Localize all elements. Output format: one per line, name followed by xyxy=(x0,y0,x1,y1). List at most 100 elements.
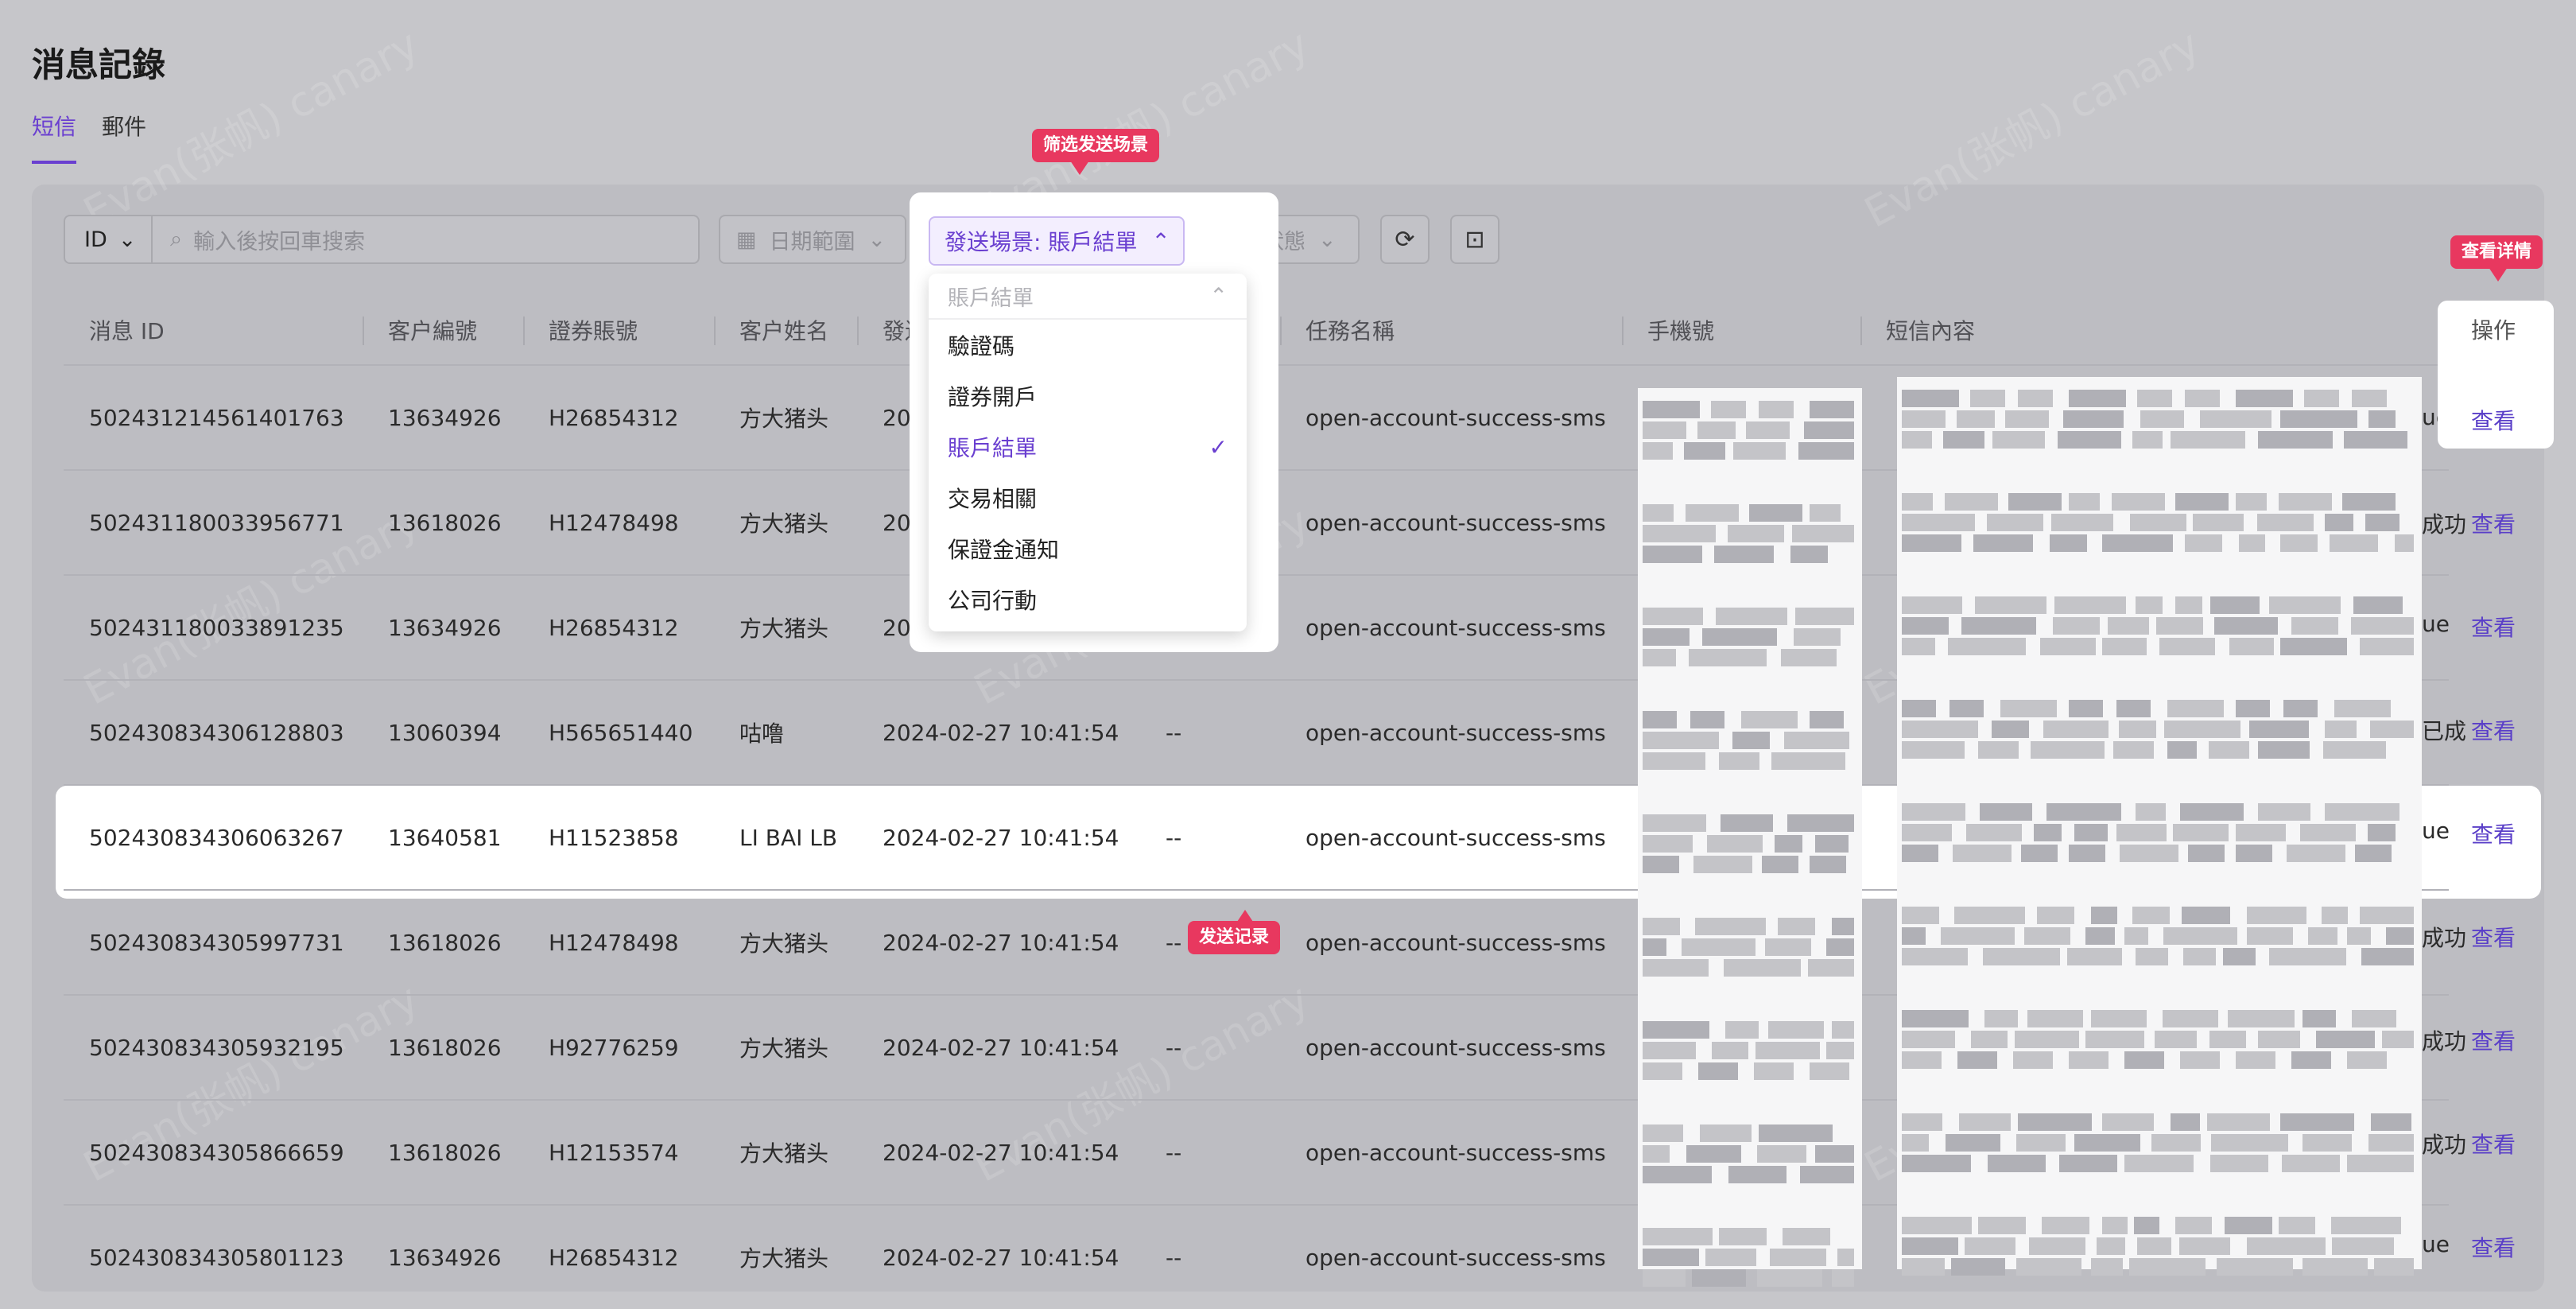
send-scene-select[interactable]: 發送場景: 賬戶結單 ⌃ xyxy=(929,216,1185,266)
redaction-block xyxy=(1978,1217,2026,1234)
redaction-block xyxy=(1902,845,1938,862)
redaction-block xyxy=(1832,1021,1854,1039)
redaction-block xyxy=(1643,649,1676,666)
redaction-block xyxy=(2207,1113,2270,1131)
redaction-block xyxy=(1902,803,1965,821)
redaction-block xyxy=(2013,1051,2053,1069)
view-button[interactable]: 查看 xyxy=(2471,1231,2516,1263)
redaction-block xyxy=(1643,525,1716,542)
redaction-block xyxy=(2132,907,2170,924)
view-button[interactable]: 查看 xyxy=(2471,404,2516,436)
date-range-picker[interactable]: ▦ 日期範圍 ⌄ xyxy=(719,215,906,264)
send-scene-label: 發送場景: 賬戶結單 xyxy=(945,229,1138,255)
redaction-block xyxy=(1902,410,1946,428)
redaction-block xyxy=(1684,442,1725,460)
tab-sms[interactable]: 短信 xyxy=(32,111,77,165)
redaction-block xyxy=(2302,1258,2368,1276)
redaction-block xyxy=(1948,638,2026,655)
redaction-block xyxy=(2059,1155,2117,1172)
redaction-block xyxy=(2258,431,2333,449)
redaction-block xyxy=(1965,1237,2015,1255)
redaction-block xyxy=(1698,1062,1738,1080)
view-button[interactable]: 查看 xyxy=(2471,1128,2516,1159)
redaction-block xyxy=(2074,1134,2140,1152)
redaction-block xyxy=(2074,824,2108,841)
view-button[interactable]: 查看 xyxy=(2471,507,2516,539)
redacted-sms-column xyxy=(1897,377,2422,1276)
export-button[interactable]: ⊡ xyxy=(1450,215,1499,264)
redaction-block xyxy=(2069,493,2100,511)
redaction-block xyxy=(1643,711,1677,728)
refresh-button[interactable]: ⟳ xyxy=(1380,215,1430,264)
redaction-block xyxy=(1755,1042,1820,1059)
redaction-block xyxy=(2200,410,2271,428)
redaction-block xyxy=(1902,617,1949,635)
redaction-block xyxy=(2371,1113,2411,1131)
cell-account: H565651440 xyxy=(523,679,714,785)
redaction-block xyxy=(2130,514,2186,531)
cell-time: 2024-02-27 10:41:54 xyxy=(857,679,1140,785)
redaction-block xyxy=(1902,431,1932,449)
redaction-block xyxy=(1832,1269,1854,1287)
scene-option[interactable]: 公司行動 xyxy=(929,574,1247,625)
redaction-block xyxy=(2155,1031,2197,1048)
redaction-block xyxy=(1973,534,2033,552)
header-task-name: 任務名稱 xyxy=(1280,296,1622,365)
redaction-block xyxy=(1643,959,1709,977)
redaction-block xyxy=(2395,534,2414,552)
redaction-block xyxy=(2188,845,2225,862)
tab-email[interactable]: 郵件 xyxy=(102,111,146,165)
view-button[interactable]: 查看 xyxy=(2471,611,2516,643)
redaction-block xyxy=(2365,514,2399,531)
redaction-block xyxy=(2236,824,2286,841)
redaction-block xyxy=(1689,649,1767,666)
cell-msg-id: 502431214561401763 xyxy=(64,364,363,470)
view-button[interactable]: 查看 xyxy=(2471,714,2516,746)
cell-account: H92776259 xyxy=(523,994,714,1100)
cell-name: 方大猪头 xyxy=(714,469,857,575)
redaction-block xyxy=(1725,1021,1759,1039)
redaction-block xyxy=(1902,493,1933,511)
redaction-block xyxy=(2334,700,2391,717)
redaction-block xyxy=(2137,390,2172,407)
view-button[interactable]: 查看 xyxy=(2471,818,2516,849)
redaction-block xyxy=(1902,1031,1955,1048)
redaction-block xyxy=(1902,1051,1942,1069)
scene-dropdown-search[interactable]: 賬戶結單 ⌃ xyxy=(929,274,1247,320)
sms-tail: 成功 xyxy=(2422,925,2467,951)
redaction-block xyxy=(2209,741,2249,759)
redaction-block xyxy=(2140,410,2184,428)
redaction-block xyxy=(1946,1134,2000,1152)
redaction-block xyxy=(1978,741,2019,759)
redaction-block xyxy=(1746,421,1790,439)
redaction-block xyxy=(1808,959,1854,977)
redaction-block xyxy=(2102,638,2147,655)
redaction-block xyxy=(2236,700,2270,717)
redaction-block xyxy=(2175,493,2229,511)
redaction-block xyxy=(1702,628,1777,646)
calendar-icon: ▦ xyxy=(736,227,757,252)
scene-option[interactable]: 證券開戶 xyxy=(929,371,1247,421)
redaction-block xyxy=(1902,1258,1945,1276)
redaction-block xyxy=(1798,442,1854,460)
redaction-block xyxy=(1643,918,1680,935)
scene-option-selected[interactable]: 賬戶結單 ✓ xyxy=(929,421,1247,472)
scene-option[interactable]: 驗證碼 xyxy=(929,320,1247,371)
cell-status: -- xyxy=(1140,679,1280,785)
redaction-block xyxy=(2034,824,2062,841)
view-button[interactable]: 查看 xyxy=(2471,921,2516,953)
redaction-block xyxy=(2282,1155,2340,1172)
redaction-block xyxy=(1728,1166,1787,1183)
scene-option[interactable]: 保證金通知 xyxy=(929,523,1247,574)
cell-msg-id: 502430834305997731 xyxy=(64,889,363,995)
sms-tail: ue xyxy=(2422,818,2450,844)
redaction-block xyxy=(1987,514,2043,531)
redaction-block xyxy=(2156,617,2203,635)
redaction-block xyxy=(2269,948,2346,965)
scene-option[interactable]: 交易相關 xyxy=(929,472,1247,523)
search-input[interactable]: ⌕ 輸入後按回車搜索 xyxy=(153,215,700,264)
scene-search-value: 賬戶結單 xyxy=(948,285,1034,311)
redaction-block xyxy=(2175,1217,2212,1234)
view-button[interactable]: 查看 xyxy=(2471,1024,2516,1056)
id-type-select[interactable]: ID ⌄ xyxy=(64,215,153,264)
